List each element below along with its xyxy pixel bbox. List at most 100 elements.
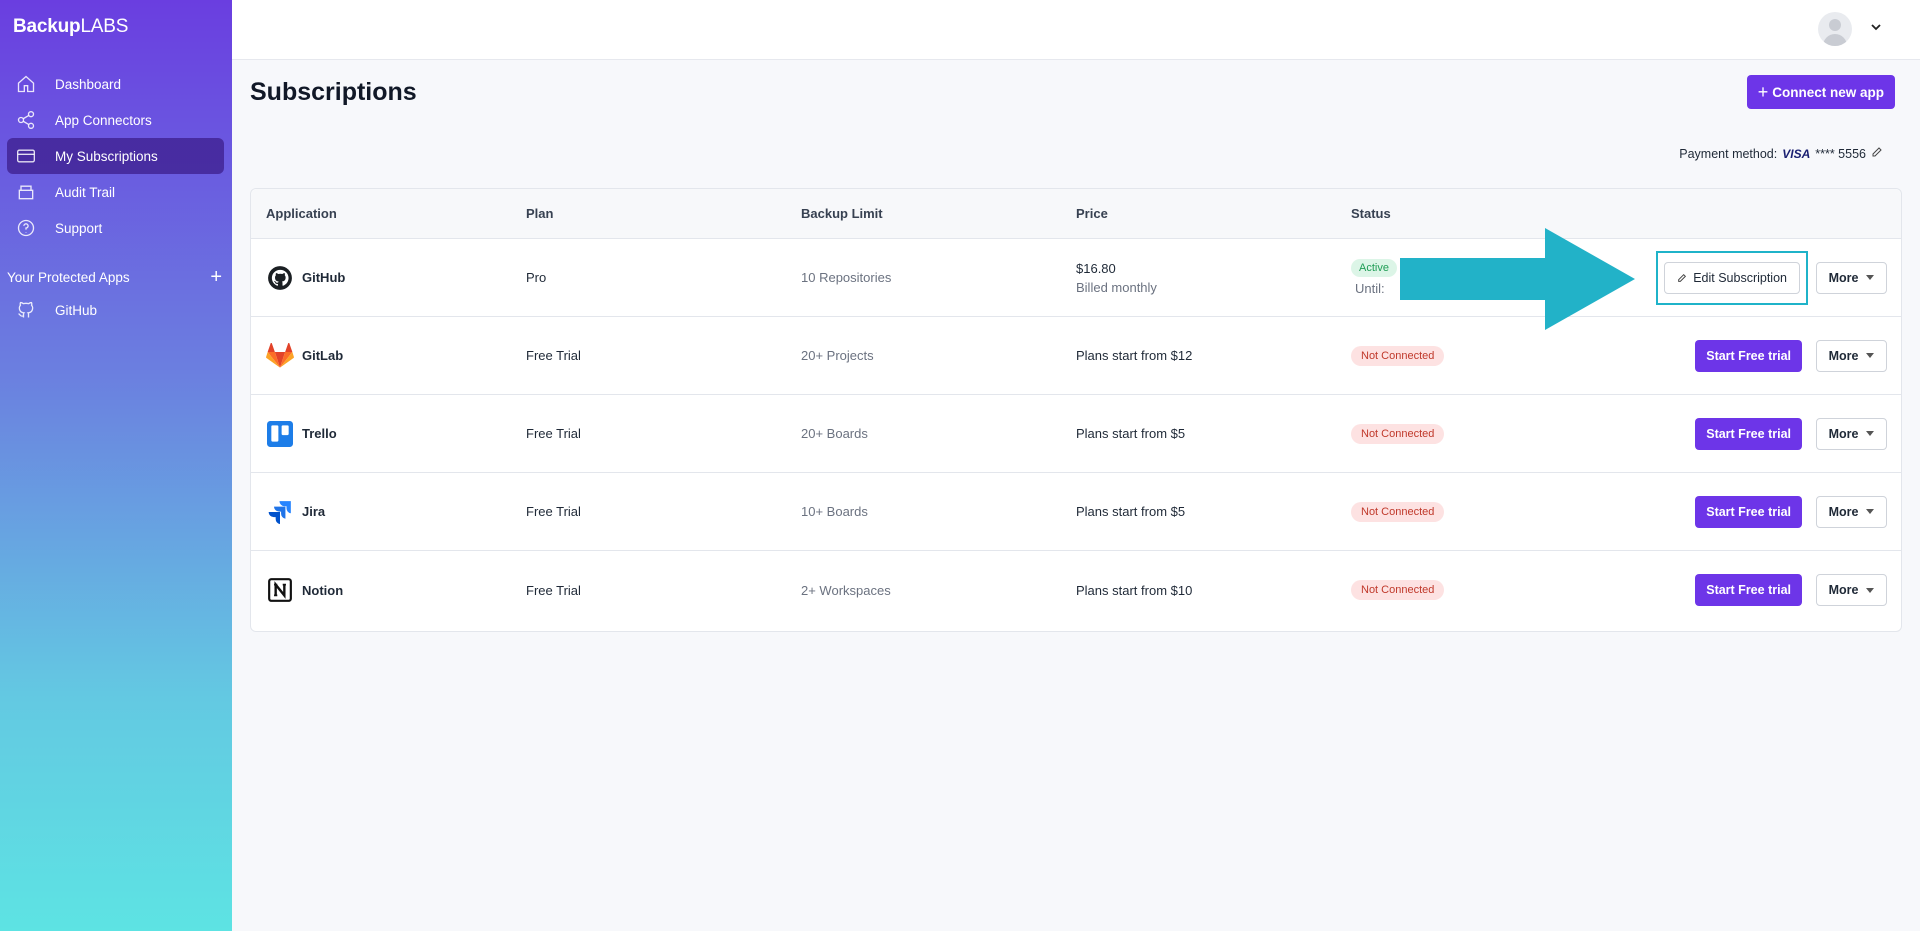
- sidebar-item-github[interactable]: GitHub: [7, 292, 224, 328]
- price-cell: Plans start from $12: [1076, 348, 1193, 363]
- table-row: Notion Free Trial 2+ Workspaces Plans st…: [251, 551, 1901, 629]
- table-row: Trello Free Trial 20+ Boards Plans start…: [251, 395, 1901, 473]
- connect-button-label: Connect new app: [1772, 84, 1884, 100]
- price-cell: Plans start from $5: [1076, 504, 1186, 519]
- status-badge: Not Connected: [1351, 580, 1445, 600]
- start-free-trial-button[interactable]: Start Free trial: [1695, 339, 1802, 372]
- status-badge: Not Connected: [1351, 423, 1445, 444]
- add-app-icon[interactable]: +: [210, 266, 224, 289]
- more-label: More: [1828, 270, 1859, 285]
- app-name: Notion: [302, 582, 344, 598]
- more-button[interactable]: More: [1816, 339, 1887, 372]
- plan-cell: Pro: [526, 270, 547, 285]
- column-header: Price: [1076, 206, 1108, 221]
- caret-down-icon: [1866, 431, 1875, 436]
- sidebar-item-my-subscriptions[interactable]: My Subscriptions: [7, 138, 224, 174]
- plan-cell: Free Trial: [526, 504, 581, 519]
- caret-down-icon: [1866, 275, 1875, 280]
- sidebar-item-app-connectors[interactable]: App Connectors: [7, 102, 224, 138]
- notion-logo-icon: [266, 576, 294, 604]
- share-icon: [15, 109, 37, 131]
- limit-cell: 10+ Boards: [801, 504, 868, 519]
- avatar[interactable]: [1818, 12, 1852, 46]
- table-row: Jira Free Trial 10+ Boards Plans start f…: [251, 473, 1901, 551]
- sidebar-item-dashboard[interactable]: Dashboard: [7, 66, 224, 102]
- more-button[interactable]: More: [1816, 417, 1887, 450]
- edit-subscription-label: Edit Subscription: [1693, 270, 1787, 285]
- plus-icon: +: [1757, 82, 1769, 102]
- until-date: Until:: [1355, 281, 1385, 296]
- sidebar-item-audit-trail[interactable]: Audit Trail: [7, 174, 224, 210]
- pencil-icon: [1678, 273, 1687, 282]
- page-title: Subscriptions: [250, 78, 417, 106]
- chevron-down-icon[interactable]: [1869, 20, 1883, 34]
- sidebar-item-label: Dashboard: [55, 76, 122, 92]
- payment-method: Payment method: VISA **** 5556: [1679, 146, 1883, 161]
- app-name: Jira: [302, 504, 326, 519]
- start-free-trial-button[interactable]: Start Free trial: [1695, 495, 1802, 528]
- column-header: Plan: [526, 206, 554, 221]
- plan-cell: Free Trial: [526, 426, 581, 441]
- edit-highlight-box: Edit Subscription: [1656, 250, 1808, 305]
- limit-cell: 20+ Projects: [801, 348, 874, 363]
- more-button[interactable]: More: [1816, 574, 1887, 606]
- plan-cell: Free Trial: [526, 348, 581, 363]
- github-icon: [15, 299, 37, 321]
- price-cell: Plans start from $10: [1076, 582, 1193, 598]
- price-cell: $16.80: [1076, 260, 1116, 276]
- sidebar-item-support[interactable]: Support: [7, 210, 224, 246]
- limit-cell: 2+ Workspaces: [801, 582, 891, 598]
- start-free-trial-button[interactable]: Start Free trial: [1695, 574, 1802, 606]
- status-badge: Not Connected: [1351, 501, 1445, 522]
- visa-logo: VISA: [1782, 146, 1811, 161]
- caret-down-icon: [1866, 587, 1875, 593]
- table-header: Application Plan Backup Limit Price Stat…: [251, 189, 1901, 239]
- pencil-icon[interactable]: [1871, 146, 1883, 161]
- column-header: Application: [266, 206, 337, 221]
- card-number: **** 5556: [1815, 146, 1866, 161]
- price-cell: Plans start from $5: [1076, 426, 1186, 441]
- start-free-trial-button[interactable]: Start Free trial: [1695, 417, 1802, 450]
- table-row: GitHub Pro 10 Repositories $16.80 Billed…: [251, 239, 1901, 317]
- archive-icon: [15, 181, 37, 203]
- brand-logo[interactable]: BackupLABS: [13, 16, 128, 38]
- more-label: More: [1828, 583, 1859, 597]
- sidebar-item-label: My Subscriptions: [55, 148, 158, 164]
- more-label: More: [1828, 426, 1859, 441]
- edit-subscription-button[interactable]: Edit Subscription: [1664, 261, 1800, 294]
- app-name: GitLab: [302, 348, 344, 363]
- status-badge: Active: [1351, 259, 1397, 277]
- app-name: Trello: [302, 426, 337, 441]
- column-header: Status: [1351, 206, 1391, 221]
- subscriptions-table: Application Plan Backup Limit Price Stat…: [250, 188, 1902, 632]
- gitlab-logo-icon: [266, 342, 294, 370]
- trello-logo-icon: [266, 420, 294, 448]
- limit-cell: 10 Repositories: [801, 270, 892, 285]
- protected-apps-list: GitHub: [7, 292, 224, 328]
- top-bar: [232, 0, 1920, 60]
- column-header: Backup Limit: [801, 206, 883, 221]
- limit-cell: 20+ Boards: [801, 426, 868, 441]
- plan-cell: Free Trial: [526, 582, 581, 598]
- table-row: GitLab Free Trial 20+ Projects Plans sta…: [251, 317, 1901, 395]
- more-label: More: [1828, 348, 1859, 363]
- sidebar-item-label: GitHub: [55, 302, 98, 318]
- billing-cycle: Billed monthly: [1076, 279, 1157, 295]
- more-button[interactable]: More: [1816, 495, 1887, 528]
- sidebar-item-label: Support: [55, 220, 103, 236]
- sidebar-item-label: App Connectors: [55, 112, 152, 128]
- card-icon: [15, 145, 37, 167]
- help-icon: [15, 217, 37, 239]
- home-icon: [15, 73, 37, 95]
- more-button[interactable]: More: [1816, 261, 1887, 294]
- status-badge: Not Connected: [1351, 345, 1445, 366]
- payment-label: Payment method:: [1679, 146, 1778, 161]
- sidebar-item-label: Audit Trail: [55, 184, 116, 200]
- connect-new-app-button[interactable]: + Connect new app: [1746, 75, 1895, 109]
- app-name: GitHub: [302, 270, 346, 285]
- caret-down-icon: [1866, 509, 1875, 514]
- sidebar-nav: Dashboard App Connectors My Subscription…: [7, 66, 224, 246]
- sidebar: BackupLABS Dashboard App Connectors My S…: [0, 0, 232, 931]
- github-logo-icon: [266, 264, 294, 292]
- jira-logo-icon: [266, 498, 294, 526]
